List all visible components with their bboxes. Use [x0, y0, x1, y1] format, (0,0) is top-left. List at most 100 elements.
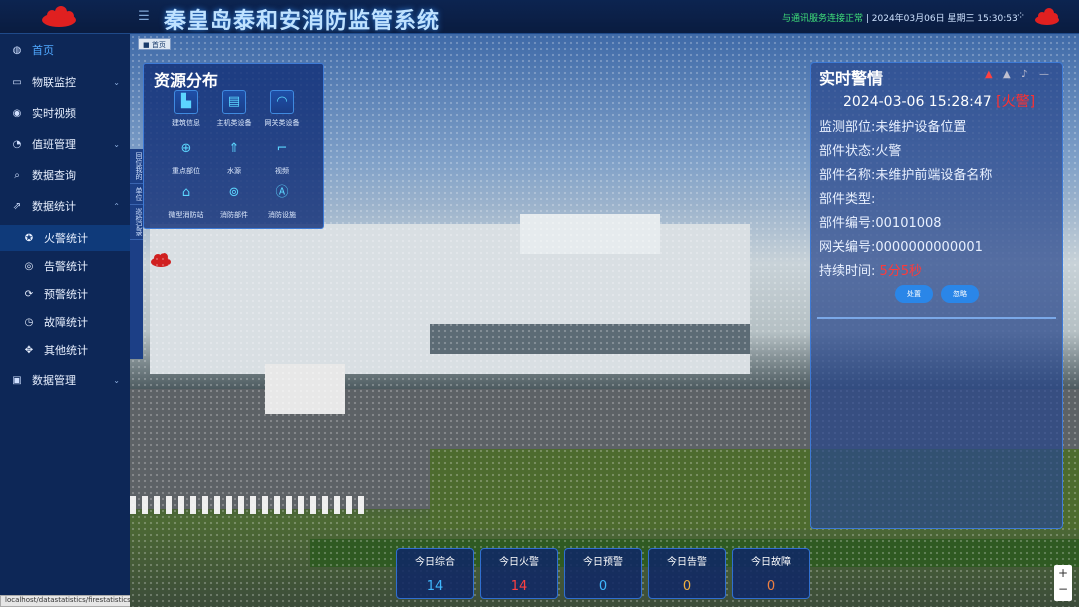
stat-card-today-fire[interactable]: 今日火警 14 [480, 548, 558, 599]
other-stat-icon: ✥ [24, 344, 34, 356]
resource-label: 网关类设备 [264, 119, 300, 127]
main-map-view[interactable]: ■ 首页 回位我的 单位 巡检记录 资源分布 ▙ 建筑信息 ▤ 主机类设备 ◠ … [130, 34, 1079, 607]
stat-card-today-prewarning[interactable]: 今日预警 0 [564, 548, 642, 599]
alarm-duration: 持续时间: 5分5秒 [819, 260, 922, 279]
stat-label: 今日告警 [667, 557, 707, 568]
sidebar-subitem-label: 火警统计 [44, 232, 88, 245]
sidebar-subitem-warning-stats[interactable]: ⟳ 预警统计 [0, 281, 130, 307]
user-avatar-icon[interactable] [1034, 8, 1060, 26]
warning-stat-icon: ⟳ [24, 288, 34, 300]
sidebar-item-iot-monitor[interactable]: ▭ 物联监控 ⌄ [0, 68, 130, 96]
resource-gateway[interactable]: ◠ 网关类设备 [254, 90, 310, 140]
fire-icon[interactable]: ▲ [985, 69, 993, 80]
side-tabs: 回位我的 单位 巡检记录 [130, 149, 143, 359]
water-icon: ⇑ [228, 141, 240, 156]
bell-icon[interactable]: ♪ [1021, 69, 1027, 80]
breadcrumb[interactable]: ■ 首页 [138, 38, 171, 50]
stat-value: 14 [426, 579, 444, 594]
image-icon: ▣ [12, 374, 22, 386]
sidebar-subitem-label: 其他统计 [44, 344, 88, 357]
stat-value: 14 [510, 579, 528, 594]
external-link-icon: ⇗ [12, 200, 22, 212]
app-title: 秦皇岛泰和安消防监管系统 [164, 9, 441, 34]
warning-icon[interactable]: ▲ [1003, 69, 1011, 80]
side-tab-patrol[interactable]: 巡检记录 [130, 205, 143, 240]
sidebar-item-live-video[interactable]: ◉ 实时视频 [0, 99, 130, 127]
alert-stat-icon: ◎ [24, 260, 34, 272]
resource-label: 消防设施 [268, 211, 296, 219]
sidebar-item-label: 数据管理 [32, 374, 76, 387]
gateway-icon: ◠ [270, 90, 294, 114]
stat-value: 0 [682, 579, 692, 594]
sidebar-item-data-query[interactable]: ⌕ 数据查询 [0, 161, 130, 189]
sidebar-item-label: 实时视频 [32, 107, 76, 120]
building-icon: ▙ [174, 90, 198, 114]
chevron-down-icon: ⌄ [113, 77, 120, 87]
sidebar-item-duty[interactable]: ◔ 值班管理 ⌄ [0, 130, 130, 158]
duration-value: 5分5秒 [879, 264, 923, 279]
eye-icon: ◉ [12, 107, 22, 119]
alarm-panel-title: 实时警情 [819, 69, 884, 88]
url-status-bar: localhost/datastatistics/firestatistics [0, 595, 136, 607]
fire-station-icon: ⌂ [181, 185, 191, 200]
side-tab-return[interactable]: 回位我的 [130, 149, 143, 184]
sidebar-subitem-fire-stats[interactable]: ✪ 火警统计 [0, 225, 130, 251]
divider [817, 317, 1056, 319]
target-icon: ⊕ [180, 141, 192, 156]
sidebar-subitem-alert-stats[interactable]: ◎ 告警统计 [0, 253, 130, 279]
handle-button[interactable]: 处置 [895, 285, 933, 303]
fault-stat-icon: ◷ [24, 316, 34, 328]
host-device-icon: ▤ [222, 90, 246, 114]
qr-code-icon[interactable]: ⁘ [1016, 9, 1028, 23]
palette-icon: ◍ [12, 44, 22, 56]
sidebar: ◍ 首页 ▭ 物联监控 ⌄ ◉ 实时视频 ◔ 值班管理 ⌄ ⌕ 数据查询 ⇗ 数… [0, 34, 130, 607]
resource-label: 视频 [275, 167, 289, 175]
extinguisher-icon: Ⓐ [275, 185, 289, 200]
stat-card-today-alert[interactable]: 今日告警 0 [648, 548, 726, 599]
sidebar-subitem-other-stats[interactable]: ✥ 其他统计 [0, 337, 130, 363]
stat-label: 今日故障 [751, 557, 791, 568]
ignore-button[interactable]: 忽略 [941, 285, 979, 303]
zoom-control[interactable]: + − [1054, 565, 1072, 601]
sidebar-item-data-statistics[interactable]: ⇗ 数据统计 ⌃ [0, 192, 130, 220]
sidebar-item-label: 物联监控 [32, 76, 76, 89]
zoom-out-icon[interactable]: − [1054, 581, 1072, 597]
chevron-up-icon: ⌃ [113, 201, 120, 211]
alarm-location: 监测部位:未维护设备位置 [819, 120, 967, 135]
alarm-type-tag: [火警] [996, 94, 1036, 110]
sidebar-item-label: 首页 [32, 44, 54, 57]
camera-icon: ⌐ [276, 141, 288, 156]
alarm-part-no: 部件编号:00101008 [819, 216, 942, 231]
side-tab-unit[interactable]: 单位 [130, 184, 143, 205]
alarm-part-name: 部件名称:未维护前端设备名称 [819, 168, 993, 183]
stat-label: 今日火警 [499, 557, 539, 568]
chevron-down-icon: ⌄ [113, 139, 120, 149]
duration-label: 持续时间: [819, 264, 880, 279]
alarm-part-type: 部件类型: [819, 192, 876, 207]
resource-panel: 资源分布 ▙ 建筑信息 ▤ 主机类设备 ◠ 网关类设备 ⊕ 重点部位 ⇑ 水源 … [143, 63, 324, 229]
resource-camera[interactable]: ⌐ 视频 [254, 138, 310, 188]
fire-part-icon: ⊚ [228, 185, 240, 200]
resource-fire-facility[interactable]: Ⓐ 消防设施 [254, 182, 310, 232]
stat-card-today-fault[interactable]: 今日故障 0 [732, 548, 810, 599]
top-header: ☰ 秦皇岛泰和安消防监管系统 与通讯服务连接正常 | 2024年03月06日 星… [0, 0, 1079, 34]
company-logo-icon [42, 6, 76, 27]
sidebar-subitem-label: 告警统计 [44, 260, 88, 273]
stat-label: 今日预警 [583, 557, 623, 568]
alarm-time-text: 2024-03-06 15:28:47 [843, 94, 992, 110]
minimize-icon[interactable]: — [1039, 69, 1049, 80]
clock-text: | 2024年03月06日 星期三 15:30:53 [863, 14, 1018, 24]
stat-value: 0 [766, 579, 776, 594]
sidebar-subitem-label: 预警统计 [44, 288, 88, 301]
stat-card-today-total[interactable]: 今日综合 14 [396, 548, 474, 599]
sidebar-subitem-fault-stats[interactable]: ◷ 故障统计 [0, 309, 130, 335]
sidebar-item-data-management[interactable]: ▣ 数据管理 ⌄ [0, 366, 130, 394]
zoom-in-icon[interactable]: + [1054, 565, 1072, 581]
menu-toggle-icon[interactable]: ☰ [136, 10, 152, 24]
sidebar-item-label: 值班管理 [32, 138, 76, 151]
alarm-gateway-no: 网关编号:0000000000001 [819, 240, 983, 255]
sidebar-item-home[interactable]: ◍ 首页 [0, 36, 130, 64]
stat-label: 今日综合 [415, 557, 455, 568]
stat-value: 0 [598, 579, 608, 594]
clock-icon: ◔ [12, 138, 22, 150]
